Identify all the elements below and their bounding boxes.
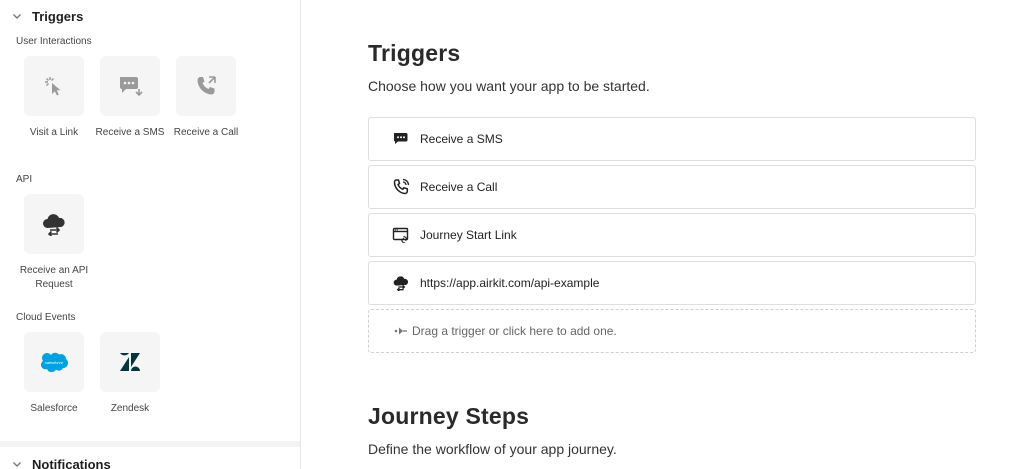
receive-sms-tile[interactable] bbox=[100, 56, 160, 116]
triggers-section-title: Triggers bbox=[32, 8, 84, 24]
cloud-events-label: Cloud Events bbox=[16, 312, 76, 323]
chat-bubble-icon bbox=[392, 130, 410, 148]
phone-icon bbox=[197, 76, 216, 95]
add-trigger-drop-zone[interactable]: Drag a trigger or click here to add one. bbox=[368, 309, 976, 353]
user-interactions-label: User Interactions bbox=[16, 36, 92, 47]
chat-bubble-icon bbox=[120, 77, 143, 97]
drag-arrow-icon bbox=[394, 326, 408, 336]
cloud-sync-icon bbox=[392, 274, 410, 292]
tile-label: Receive a Call bbox=[173, 127, 239, 138]
tile-label: Zendesk bbox=[110, 403, 150, 414]
tile-receive-api-request[interactable]: Receive an API Request bbox=[18, 194, 90, 292]
trigger-row-label: Journey Start Link bbox=[420, 228, 517, 242]
sidebar: Triggers User Interactions Visit a Link … bbox=[0, 0, 301, 469]
chevron-down-icon bbox=[13, 462, 21, 467]
cloud-sync-icon bbox=[43, 214, 65, 236]
api-label: API bbox=[16, 174, 33, 185]
trigger-row-api-request[interactable]: https://app.airkit.com/api-example bbox=[368, 261, 976, 305]
tile-label: Visit a Link bbox=[29, 127, 79, 138]
tile-label: Receive a SMS bbox=[95, 127, 165, 138]
trigger-row-label: https://app.airkit.com/api-example bbox=[420, 276, 600, 290]
tile-receive-sms[interactable]: Receive a SMS bbox=[94, 56, 166, 140]
cursor-click-icon bbox=[45, 77, 61, 96]
journey-steps-subtitle: Define the workflow of your app journey. bbox=[368, 441, 617, 457]
triggers-section-header[interactable]: Triggers bbox=[0, 4, 300, 28]
drop-zone-label: Drag a trigger or click here to add one. bbox=[412, 324, 617, 338]
main-panel: Triggers Choose how you want your app to… bbox=[302, 0, 1035, 469]
salesforce-logo-icon: salesforce bbox=[40, 352, 68, 373]
tile-label: Salesforce bbox=[30, 403, 78, 414]
chevron-down-icon bbox=[13, 14, 21, 19]
triggers-heading: Triggers bbox=[368, 40, 461, 66]
svg-text:salesforce: salesforce bbox=[45, 360, 64, 365]
browser-link-icon bbox=[392, 226, 410, 244]
trigger-row-label: Receive a SMS bbox=[420, 132, 503, 146]
notifications-section-title: Notifications bbox=[32, 456, 111, 469]
tile-salesforce[interactable]: salesforce Salesforce bbox=[18, 332, 90, 416]
triggers-subtitle: Choose how you want your app to be start… bbox=[368, 78, 650, 94]
journey-steps-heading: Journey Steps bbox=[368, 403, 530, 429]
tile-zendesk[interactable]: Zendesk bbox=[94, 332, 166, 416]
notifications-section-header[interactable]: Notifications bbox=[0, 452, 300, 469]
zendesk-logo-icon bbox=[120, 353, 140, 371]
tile-label: Receive an API Request bbox=[19, 265, 89, 290]
trigger-row-receive-call[interactable]: Receive a Call bbox=[368, 165, 976, 209]
visit-link-tile[interactable] bbox=[24, 56, 84, 116]
trigger-row-label: Receive a Call bbox=[420, 180, 498, 194]
trigger-row-receive-sms[interactable]: Receive a SMS bbox=[368, 117, 976, 161]
receive-call-tile[interactable] bbox=[176, 56, 236, 116]
tile-receive-call[interactable]: Receive a Call bbox=[170, 56, 242, 140]
trigger-row-journey-start-link[interactable]: Journey Start Link bbox=[368, 213, 976, 257]
section-divider bbox=[0, 441, 300, 447]
receive-api-tile[interactable] bbox=[24, 194, 84, 254]
tile-visit-a-link[interactable]: Visit a Link bbox=[18, 56, 90, 140]
salesforce-tile[interactable]: salesforce bbox=[24, 332, 84, 392]
phone-ringing-icon bbox=[392, 178, 410, 196]
zendesk-tile[interactable] bbox=[100, 332, 160, 392]
